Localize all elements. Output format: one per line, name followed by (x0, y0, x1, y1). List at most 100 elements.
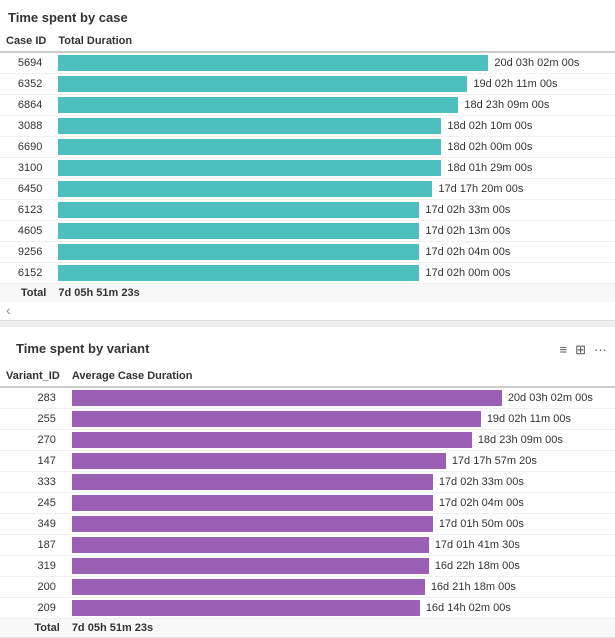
variant-duration-label: 19d 02h 11m 00s (487, 413, 571, 425)
variant-bar (72, 537, 429, 553)
variant-table: Variant_ID Average Case Duration 28320d … (0, 366, 615, 637)
case-duration-label: 18d 01h 29m 00s (447, 162, 532, 174)
variant-id-cell: 209 (0, 598, 66, 619)
filter-icon[interactable]: ≡ (560, 342, 568, 358)
section2-title: Time spent by variant (8, 337, 157, 362)
variant-bar-cell: 16d 21h 18m 00s (66, 577, 615, 598)
variant-bar (72, 516, 433, 532)
time-spent-by-variant-section: Time spent by variant ≡ ⊞ ··· Variant_ID… (0, 327, 615, 638)
variant-bar (72, 432, 472, 448)
variant-id-cell: 333 (0, 472, 66, 493)
section1-title: Time spent by case (0, 6, 615, 31)
variant-table-row: 20916d 14h 02m 00s (0, 598, 615, 619)
variant-duration-label: 18d 23h 09m 00s (478, 434, 563, 446)
case-bar (58, 181, 432, 197)
case-bar-cell: 17d 02h 33m 00s (52, 200, 615, 221)
case-table-row: 669018d 02h 00m 00s (0, 137, 615, 158)
variant-bar (72, 390, 502, 406)
case-bar (58, 223, 419, 239)
col-variant-id: Variant_ID (0, 366, 66, 387)
case-bar-cell: 17d 02h 13m 00s (52, 221, 615, 242)
case-table-row: 310018d 01h 29m 00s (0, 158, 615, 179)
case-id-cell: 6690 (0, 137, 52, 158)
variant-bar-cell: 16d 14h 02m 00s (66, 598, 615, 619)
case-bar-cell: 20d 03h 02m 00s (52, 52, 615, 74)
case-bar (58, 244, 419, 260)
case-bar (58, 55, 488, 71)
case-bar (58, 202, 419, 218)
variant-id-cell: 187 (0, 535, 66, 556)
case-bar-cell: 18d 23h 09m 00s (52, 95, 615, 116)
variant-total-label: Total (0, 619, 66, 638)
case-duration-label: 17d 02h 33m 00s (425, 204, 510, 216)
variant-total-value: 7d 05h 51m 23s (66, 619, 615, 638)
case-bar-cell: 17d 17h 20m 00s (52, 179, 615, 200)
case-table-row: 569420d 03h 02m 00s (0, 52, 615, 74)
case-bar (58, 160, 441, 176)
variant-id-cell: 349 (0, 514, 66, 535)
variant-table-row: 319 16d 22h 18m 00s (0, 556, 615, 577)
variant-table-row: 14717d 17h 57m 20s (0, 451, 615, 472)
variant-duration-label: 17d 01h 41m 30s (435, 539, 520, 551)
expand-icon[interactable]: ⊞ (575, 342, 586, 358)
case-bar-cell: 17d 02h 04m 00s (52, 242, 615, 263)
variant-bar-cell: 17d 02h 33m 00s (66, 472, 615, 493)
scroll-left-arrow[interactable]: ‹ (6, 302, 11, 318)
case-bar-cell: 18d 02h 00m 00s (52, 137, 615, 158)
variant-id-cell: 255 (0, 409, 66, 430)
variant-id-cell: 283 (0, 387, 66, 409)
variant-table-body: 28320d 03h 02m 00s25519d 02h 11m 00s2701… (0, 387, 615, 619)
variant-id-cell: 147 (0, 451, 66, 472)
variant-bar (72, 474, 433, 490)
variant-bar-cell: 17d 01h 50m 00s (66, 514, 615, 535)
variant-bar (72, 453, 446, 469)
variant-bar-cell: 17d 01h 41m 30s (66, 535, 615, 556)
case-table-row: 6152 17d 02h 00m 00s (0, 263, 615, 284)
variant-id-cell: 270 (0, 430, 66, 451)
variant-duration-label: 17d 02h 04m 00s (439, 497, 524, 509)
case-id-cell: 6152 (0, 263, 52, 284)
case-total-value: 7d 05h 51m 23s (52, 284, 615, 303)
variant-id-cell: 319 (0, 556, 66, 577)
section2-icons: ≡ ⊞ ··· (560, 342, 608, 358)
variant-table-row: 187 17d 01h 41m 30s (0, 535, 615, 556)
variant-bar (72, 558, 429, 574)
variant-table-container: Variant_ID Average Case Duration 28320d … (0, 366, 615, 637)
case-id-cell: 6123 (0, 200, 52, 221)
variant-bar (72, 600, 420, 616)
col-avg-duration: Average Case Duration (66, 366, 615, 387)
case-id-cell: 3088 (0, 116, 52, 137)
more-icon[interactable]: ··· (594, 342, 607, 358)
case-bar (58, 118, 441, 134)
variant-id-cell: 200 (0, 577, 66, 598)
case-id-cell: 9256 (0, 242, 52, 263)
variant-bar-cell: 17d 17h 57m 20s (66, 451, 615, 472)
case-duration-label: 17d 17h 20m 00s (438, 183, 523, 195)
case-duration-label: 20d 03h 02m 00s (494, 57, 579, 69)
case-table-row: 308818d 02h 10m 00s (0, 116, 615, 137)
case-table-row: 686418d 23h 09m 00s (0, 95, 615, 116)
case-id-cell: 4605 (0, 221, 52, 242)
variant-bar (72, 411, 481, 427)
variant-bar-cell: 20d 03h 02m 00s (66, 387, 615, 409)
case-duration-label: 18d 23h 09m 00s (464, 99, 549, 111)
case-table-row: 925617d 02h 04m 00s (0, 242, 615, 263)
case-id-cell: 6352 (0, 74, 52, 95)
variant-table-row: 270 18d 23h 09m 00s (0, 430, 615, 451)
case-table-body: 569420d 03h 02m 00s635219d 02h 11m 00s68… (0, 52, 615, 284)
case-bar-cell: 19d 02h 11m 00s (52, 74, 615, 95)
variant-bar-cell: 17d 02h 04m 00s (66, 493, 615, 514)
variant-duration-label: 16d 21h 18m 00s (431, 581, 516, 593)
case-table-container: Case ID Total Duration 569420d 03h 02m 0… (0, 31, 615, 302)
case-table-row: 635219d 02h 11m 00s (0, 74, 615, 95)
case-bar (58, 97, 458, 113)
case-bar-cell: 17d 02h 00m 00s (52, 263, 615, 284)
case-duration-label: 17d 02h 00m 00s (425, 267, 510, 279)
variant-duration-label: 17d 01h 50m 00s (439, 518, 524, 530)
case-id-cell: 6450 (0, 179, 52, 200)
section2-header: Time spent by variant ≡ ⊞ ··· (0, 333, 615, 366)
case-total-label: Total (0, 284, 52, 303)
variant-duration-label: 16d 22h 18m 00s (435, 560, 520, 572)
case-table-row: 460517d 02h 13m 00s (0, 221, 615, 242)
variant-total-row: Total 7d 05h 51m 23s (0, 619, 615, 638)
